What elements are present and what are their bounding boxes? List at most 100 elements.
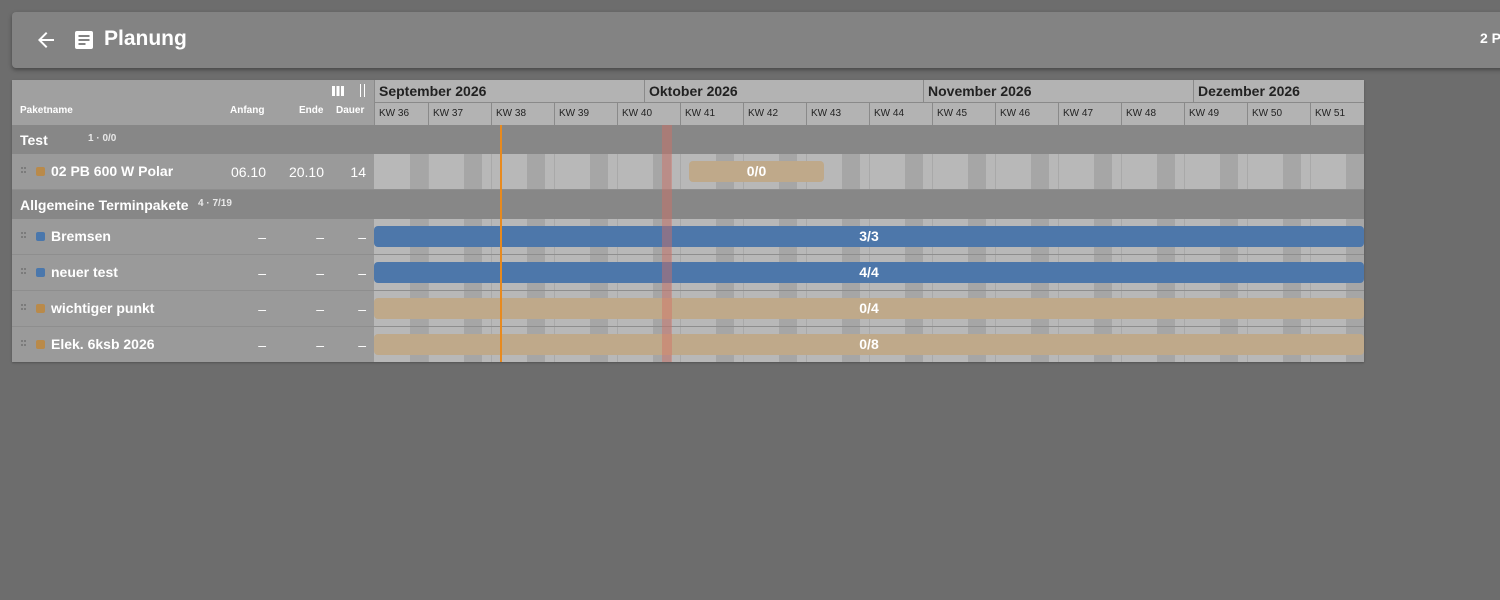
weekend-stripe (1346, 154, 1364, 189)
package-name[interactable]: Bremsen (51, 228, 111, 244)
today-line (500, 125, 502, 362)
week-separator (869, 154, 870, 189)
weekend-stripe (1283, 154, 1301, 189)
package-bar[interactable]: 4/4 (374, 262, 1364, 283)
week-separator (1121, 154, 1122, 189)
week-separator (680, 154, 681, 189)
drag-handle-icon[interactable] (21, 266, 27, 276)
package-duration: – (358, 229, 366, 245)
group-name: Allgemeine Terminpakete (20, 197, 189, 213)
drag-handle-icon[interactable] (21, 230, 27, 240)
package-name[interactable]: neuer test (51, 264, 118, 280)
package-end: 20.10 (288, 164, 324, 180)
package-duration: – (358, 265, 366, 281)
weekend-stripe (905, 154, 923, 189)
arrow-left-icon[interactable] (34, 28, 58, 52)
week-separator (1247, 154, 1248, 189)
weekend-stripe (410, 154, 428, 189)
package-start: – (258, 265, 266, 281)
week-separator (428, 154, 429, 189)
week-separator (1184, 154, 1185, 189)
page-title: Planung (104, 27, 187, 50)
document-icon (75, 31, 93, 49)
package-row[interactable]: Bremsen – – – 3/3 (12, 219, 1364, 255)
week-header: KW 36 (374, 103, 428, 125)
week-header: KW 51 (1310, 103, 1364, 125)
week-header: KW 50 (1247, 103, 1310, 125)
package-color-dot (36, 232, 45, 241)
package-end: – (316, 301, 324, 317)
column-header-duration[interactable]: Dauer (336, 105, 364, 116)
package-bar[interactable]: 3/3 (374, 226, 1364, 247)
weekend-stripe (464, 154, 482, 189)
column-settings-icon[interactable] (332, 86, 344, 96)
package-start: – (258, 337, 266, 353)
gantt-chart: Paketname Anfang Ende Dauer September 20… (12, 80, 1364, 362)
package-bar[interactable]: 0/8 (374, 334, 1364, 355)
drag-handle-icon[interactable] (21, 338, 27, 348)
package-row[interactable]: 02 PB 600 W Polar 06.10 20.10 14 0/0 (12, 154, 1364, 190)
app-bar: Planung 2 P (12, 12, 1500, 68)
package-color-dot (36, 340, 45, 349)
package-duration: – (358, 337, 366, 353)
group-row-test[interactable]: Test 1 · 0/0 (12, 125, 1364, 154)
drag-handle-icon[interactable] (21, 165, 27, 175)
week-header: KW 37 (428, 103, 491, 125)
package-duration: 14 (350, 164, 366, 180)
month-header: Oktober 2026 (644, 80, 923, 103)
package-bar[interactable]: 0/4 (374, 298, 1364, 319)
month-header: September 2026 (374, 80, 644, 103)
package-row[interactable]: Elek. 6ksb 2026 – – – 0/8 (12, 327, 1364, 362)
column-header-name[interactable]: Paketname (20, 105, 73, 116)
appbar-right-text[interactable]: 2 P (1480, 30, 1500, 46)
package-name[interactable]: Elek. 6ksb 2026 (51, 336, 155, 352)
package-end: – (316, 229, 324, 245)
group-summary: 4 · 7/19 (198, 198, 232, 209)
pane-resize-handle[interactable] (360, 84, 365, 97)
weekend-stripe (968, 154, 986, 189)
package-duration: – (358, 301, 366, 317)
week-header: KW 46 (995, 103, 1058, 125)
weekend-stripe (590, 154, 608, 189)
weekend-stripe (1220, 154, 1238, 189)
package-color-dot (36, 167, 45, 176)
package-row[interactable]: wichtiger punkt – – – 0/4 (12, 291, 1364, 327)
package-bar[interactable]: 0/0 (689, 161, 824, 182)
package-start: – (258, 229, 266, 245)
drag-handle-icon[interactable] (21, 302, 27, 312)
week-header: KW 45 (932, 103, 995, 125)
marker-highlight (662, 125, 672, 362)
week-separator (1310, 154, 1311, 189)
week-separator (554, 154, 555, 189)
column-header-end[interactable]: Ende (299, 105, 323, 116)
weekend-stripe (1031, 154, 1049, 189)
week-header: KW 39 (554, 103, 617, 125)
week-header: KW 38 (491, 103, 554, 125)
week-header: KW 40 (617, 103, 680, 125)
week-separator (1058, 154, 1059, 189)
package-color-dot (36, 304, 45, 313)
weekend-stripe (842, 154, 860, 189)
package-row[interactable]: neuer test – – – 4/4 (12, 255, 1364, 291)
week-header: KW 42 (743, 103, 806, 125)
month-header: November 2026 (923, 80, 1193, 103)
week-separator (932, 154, 933, 189)
package-name[interactable]: wichtiger punkt (51, 300, 154, 316)
table-header: Paketname Anfang Ende Dauer (12, 80, 374, 125)
week-separator (491, 154, 492, 189)
week-header: KW 49 (1184, 103, 1247, 125)
weekend-stripe (1157, 154, 1175, 189)
package-start: 06.10 (230, 164, 266, 180)
column-header-start[interactable]: Anfang (230, 105, 264, 116)
timeline-header: September 2026 Oktober 2026 November 202… (374, 80, 1364, 125)
week-separator (995, 154, 996, 189)
week-header: KW 44 (869, 103, 932, 125)
group-row-allgemeine-terminpakete[interactable]: Allgemeine Terminpakete 4 · 7/19 (12, 190, 1364, 219)
package-end: – (316, 265, 324, 281)
week-header: KW 41 (680, 103, 743, 125)
package-name[interactable]: 02 PB 600 W Polar (51, 163, 173, 179)
group-name: Test (20, 132, 48, 148)
package-end: – (316, 337, 324, 353)
weekend-stripe (527, 154, 545, 189)
week-header: KW 48 (1121, 103, 1184, 125)
